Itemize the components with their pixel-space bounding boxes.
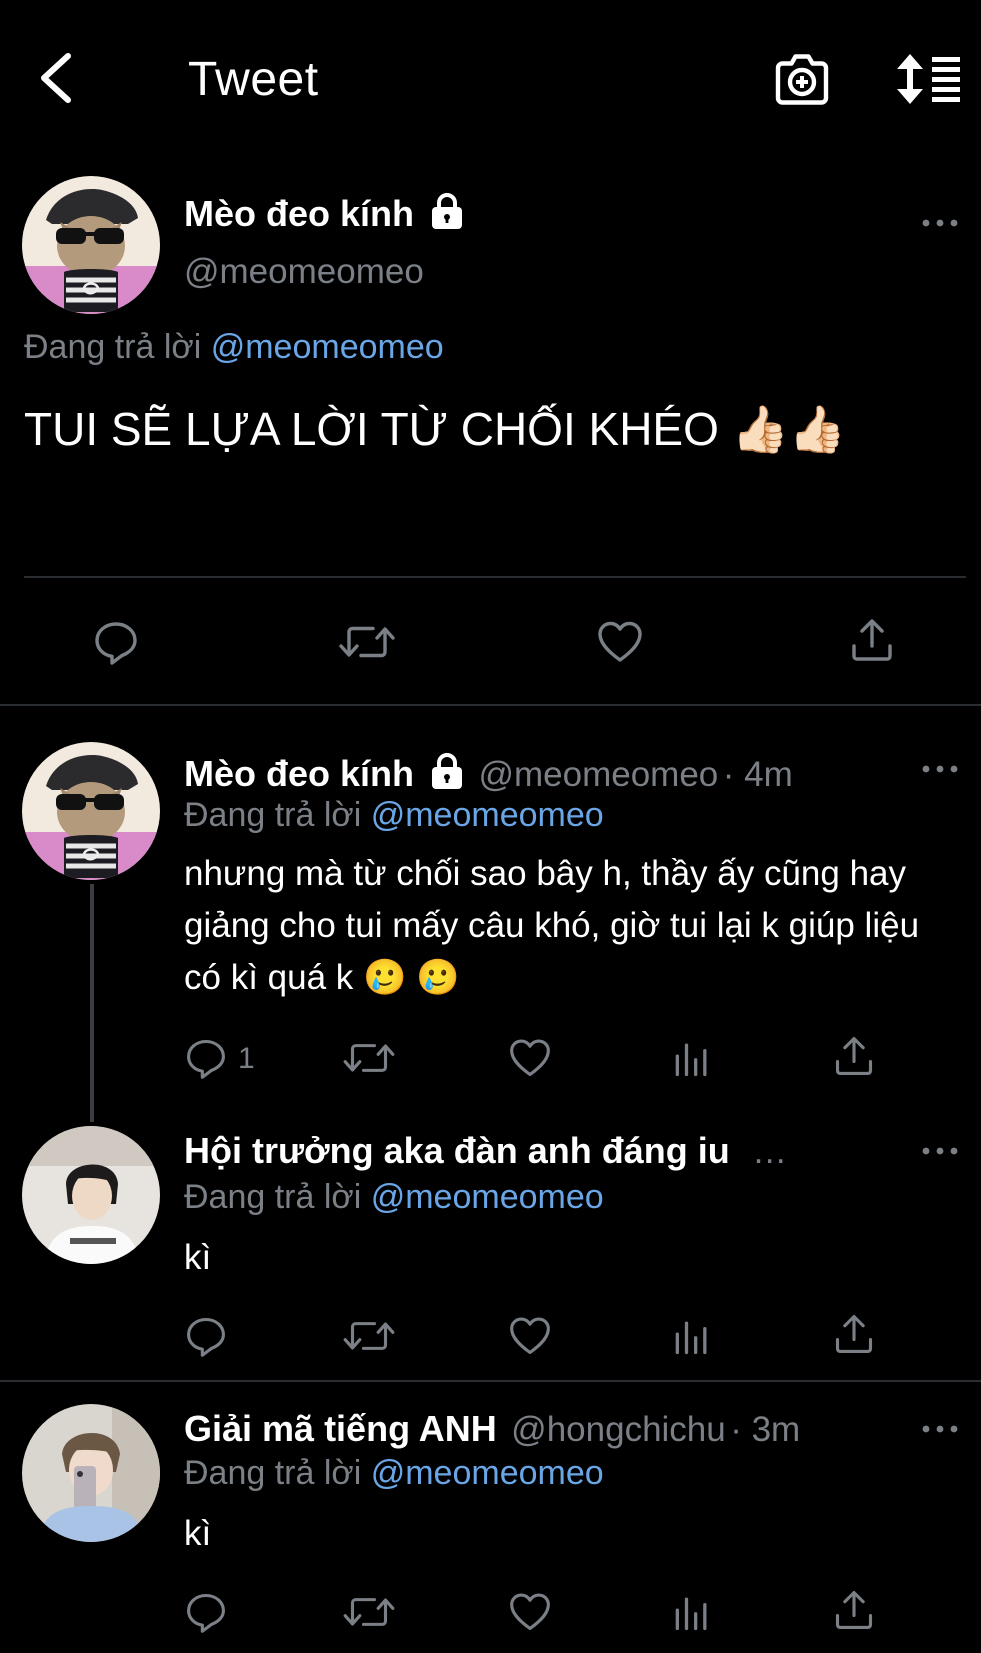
like-icon[interactable]: [504, 1032, 556, 1084]
replying-to: Đang trả lời @meomeomeo: [184, 1454, 604, 1492]
retweet-icon[interactable]: [340, 1032, 398, 1084]
like-icon[interactable]: [594, 616, 646, 668]
share-icon[interactable]: [828, 1308, 880, 1360]
avatar[interactable]: [22, 1404, 160, 1542]
reply-text: kì: [184, 1514, 212, 1553]
reply-text: kì: [184, 1238, 212, 1277]
more-icon[interactable]: [920, 762, 960, 774]
divider: [0, 704, 981, 706]
analytics-icon[interactable]: [666, 1032, 718, 1084]
like-icon[interactable]: [504, 1586, 556, 1638]
analytics-icon[interactable]: [666, 1310, 718, 1362]
more-icon[interactable]: [920, 1422, 960, 1434]
timestamp: · 3m: [730, 1410, 801, 1449]
reply-prefix: Đang trả lời: [24, 328, 202, 366]
reply-mention-link[interactable]: @meomeomeo: [211, 328, 444, 366]
reply-mention-link[interactable]: @meomeomeo: [371, 1178, 604, 1216]
avatar[interactable]: [22, 176, 160, 314]
divider: [0, 1380, 981, 1382]
tweet-text: TUI SẼ LỰA LỜI TỪ CHỐI KHÉO 👍🏻👍🏻: [24, 403, 847, 455]
handle[interactable]: @meomeomeo: [478, 755, 718, 794]
reply-header: Hội trưởng aka đàn anh đáng iu …: [184, 1130, 787, 1172]
back-icon[interactable]: [36, 52, 76, 104]
page-title: Tweet: [188, 53, 319, 106]
replying-to: Đang trả lời @meomeomeo: [184, 796, 604, 834]
reply-count: 1: [238, 1042, 255, 1075]
sort-icon[interactable]: [896, 52, 962, 106]
display-name[interactable]: Mèo đeo kính: [184, 192, 464, 235]
display-name[interactable]: Mèo đeo kính: [184, 753, 414, 794]
lock-icon: [430, 752, 464, 790]
share-icon[interactable]: [828, 1584, 880, 1636]
display-name[interactable]: Giải mã tiếng ANH: [184, 1408, 497, 1449]
handle[interactable]: @meomeomeo: [184, 252, 424, 292]
retweet-icon[interactable]: [340, 1586, 398, 1638]
thread-line: [90, 884, 94, 1122]
reply-icon[interactable]: [180, 1586, 232, 1638]
like-icon[interactable]: [504, 1310, 556, 1362]
reply-mention-link[interactable]: @meomeomeo: [371, 1454, 604, 1492]
avatar[interactable]: [22, 742, 160, 880]
retweet-icon[interactable]: [340, 1310, 398, 1362]
retweet-icon[interactable]: [336, 616, 398, 668]
lock-icon: [430, 192, 464, 230]
reply-icon[interactable]: [90, 616, 142, 668]
reply-mention-link[interactable]: @meomeomeo: [371, 796, 604, 834]
more-icon[interactable]: [920, 1144, 960, 1156]
camera-add-icon[interactable]: [774, 52, 830, 106]
reply-icon[interactable]: [180, 1032, 232, 1084]
divider: [24, 576, 966, 578]
reply-icon[interactable]: [180, 1310, 232, 1362]
share-icon[interactable]: [828, 1030, 880, 1082]
display-name[interactable]: Hội trưởng aka đàn anh đáng iu: [184, 1130, 730, 1171]
reply-header: Giải mã tiếng ANH @hongchichu · 3m: [184, 1408, 800, 1450]
handle[interactable]: @hongchichu: [511, 1410, 726, 1449]
truncation: …: [752, 1132, 788, 1171]
share-icon[interactable]: [846, 614, 898, 666]
replying-to: Đang trả lời @meomeomeo: [184, 1178, 604, 1216]
timestamp: · 4m: [722, 755, 793, 794]
reply-header: Mèo đeo kính @meomeomeo · 4m: [184, 752, 793, 795]
analytics-icon[interactable]: [666, 1586, 718, 1638]
reply-text: nhưng mà từ chối sao bây h, thầy ấy cũng…: [184, 854, 920, 997]
more-icon[interactable]: [920, 216, 960, 228]
replying-to: Đang trả lời @meomeomeo: [24, 328, 444, 367]
avatar[interactable]: [22, 1126, 160, 1264]
